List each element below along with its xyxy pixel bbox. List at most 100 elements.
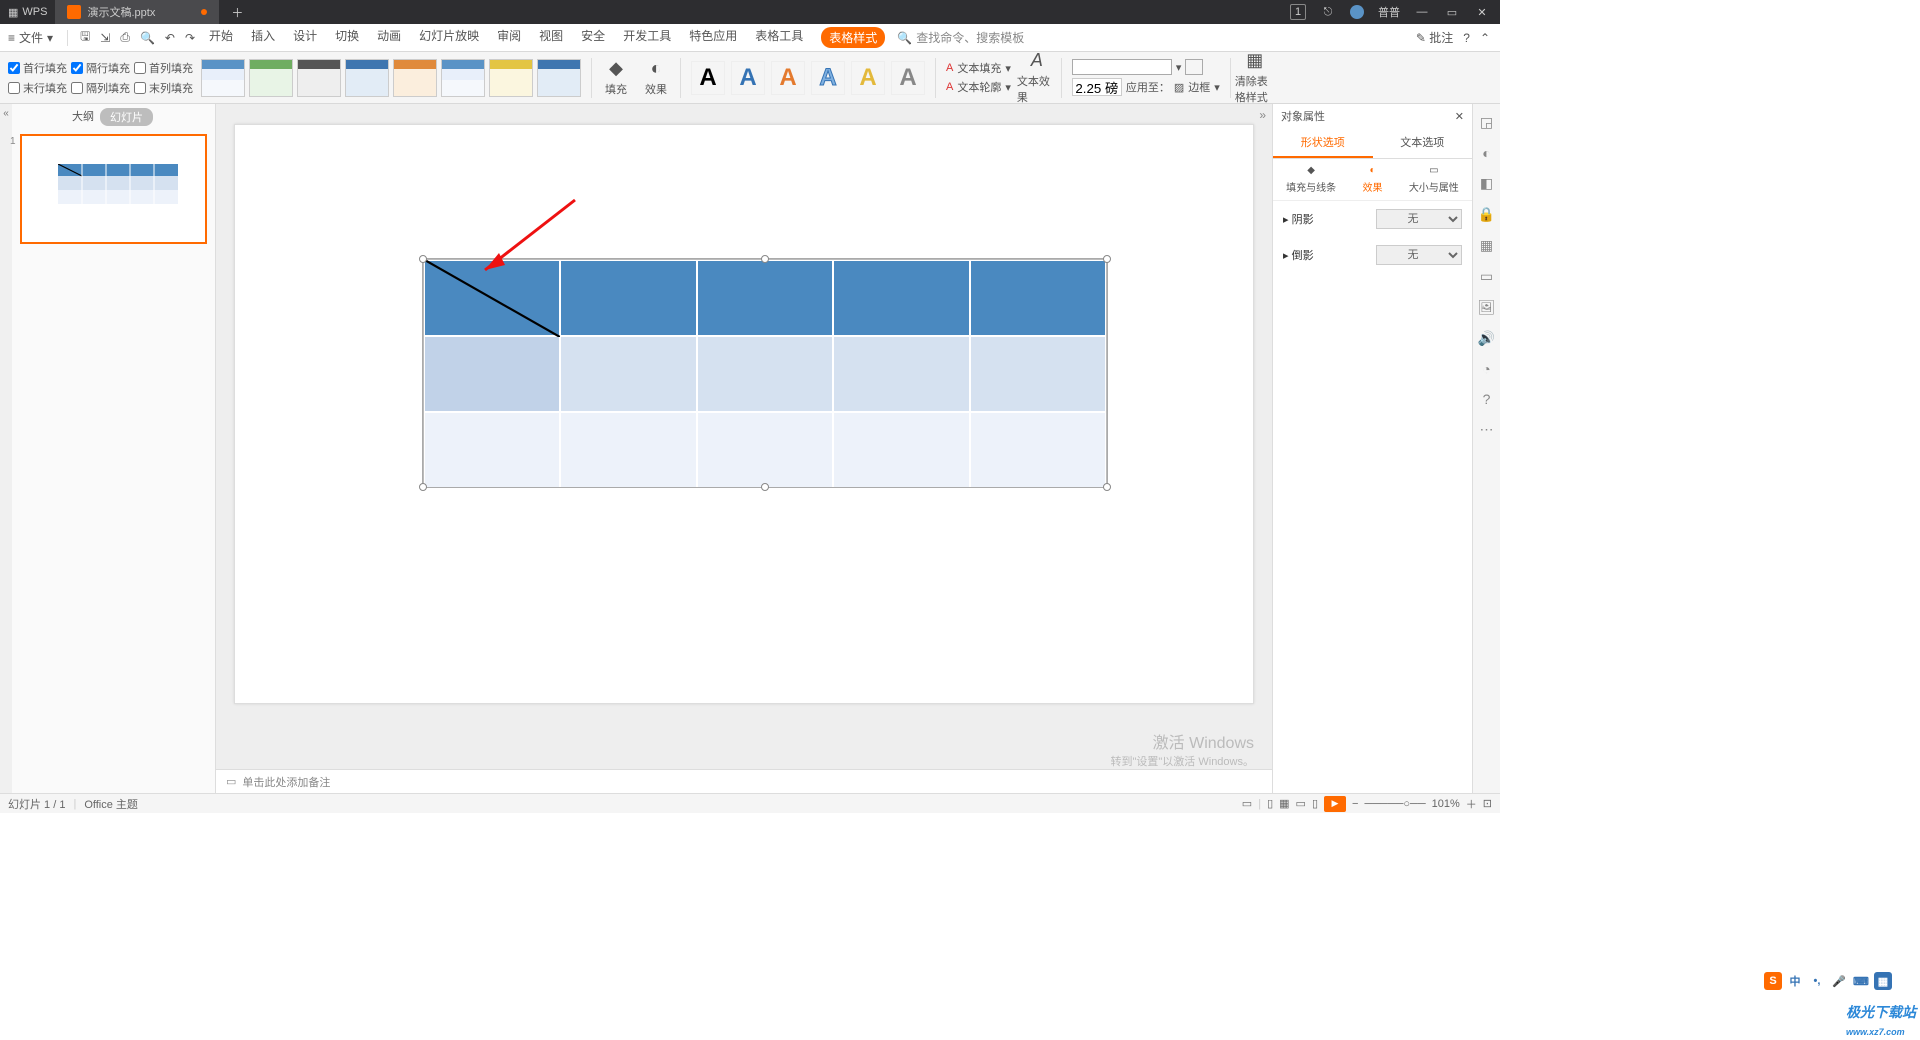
sorter-view-icon[interactable]: ▦ — [1279, 797, 1289, 810]
tool-9-icon[interactable]: ◔ — [1482, 361, 1490, 377]
line-width-input[interactable] — [1072, 78, 1122, 96]
undo-icon[interactable]: ↶ — [165, 31, 175, 45]
close-icon[interactable]: ✕ — [1474, 4, 1490, 20]
tab-slideshow[interactable]: 幻灯片放映 — [419, 27, 479, 48]
pen-style-select[interactable] — [1072, 59, 1172, 75]
shape-options-tab[interactable]: 形状选项 — [1273, 128, 1373, 158]
check-banded-row[interactable]: 隔行填充 — [71, 60, 130, 76]
zoom-out[interactable]: − — [1352, 798, 1358, 810]
notes-bar[interactable]: ▭ 单击此处添加备注 — [216, 769, 1272, 793]
draw-table-icon[interactable]: ▨ — [1174, 81, 1184, 94]
tab-tabletools[interactable]: 表格工具 — [755, 27, 803, 48]
tab-devtools[interactable]: 开发工具 — [623, 27, 671, 48]
zoom-value[interactable]: 101% — [1432, 798, 1460, 810]
table-style-4[interactable] — [345, 59, 389, 97]
check-first-row[interactable]: 首行填充 — [8, 60, 67, 76]
slide-thumbnail-1[interactable]: 1 — [20, 134, 207, 244]
sync-icon[interactable]: ⎋ — [1320, 4, 1336, 20]
tool-6-icon[interactable]: ▭ — [1480, 268, 1493, 285]
new-tab-button[interactable]: ＋ — [219, 4, 255, 21]
normal-view-icon[interactable]: ▯ — [1267, 797, 1273, 810]
wordart-6[interactable]: A — [891, 61, 925, 95]
maximize-icon[interactable]: ▭ — [1444, 4, 1460, 20]
tab-insert[interactable]: 插入 — [251, 27, 275, 48]
search-box[interactable]: 🔍 查找命令、搜索模板 — [897, 29, 1024, 46]
redo-icon[interactable]: ↷ — [185, 31, 195, 45]
clear-table-style-button[interactable]: ▦清除表格样式 — [1235, 50, 1275, 105]
table-object[interactable] — [423, 259, 1107, 487]
handle-bc[interactable] — [761, 483, 769, 491]
document-tab[interactable]: 演示文稿.pptx — [55, 0, 219, 24]
export-icon[interactable]: ⇲ — [100, 31, 110, 45]
tool-2-icon[interactable]: ◐ — [1482, 145, 1490, 161]
collapse-icon[interactable]: ⌃ — [1480, 31, 1490, 45]
ime-grid-icon[interactable]: ▦ — [1874, 972, 1892, 990]
file-menu[interactable]: ≡ 文件 ▾ — [0, 29, 61, 46]
table-style-2[interactable] — [249, 59, 293, 97]
shadow-select[interactable]: 无 — [1376, 209, 1462, 229]
tab-start[interactable]: 开始 — [209, 27, 233, 48]
wordart-1[interactable]: A — [691, 61, 725, 95]
panel-close-icon[interactable]: ✕ — [1455, 110, 1464, 123]
help-icon[interactable]: ? — [1463, 31, 1470, 45]
sub-size[interactable]: ▭大小与属性 — [1409, 165, 1459, 194]
text-options-tab[interactable]: 文本选项 — [1373, 128, 1473, 158]
text-effect-button[interactable]: A文本效果 — [1017, 50, 1057, 105]
table-style-5[interactable] — [393, 59, 437, 97]
save-icon[interactable]: 🖫 — [80, 27, 90, 48]
tab-animation[interactable]: 动画 — [377, 27, 401, 48]
tool-10-icon[interactable]: ? — [1483, 391, 1491, 407]
minimize-icon[interactable]: — — [1414, 4, 1430, 20]
badge-icon[interactable]: 1 — [1290, 4, 1306, 20]
tool-1-icon[interactable]: ◲ — [1480, 114, 1493, 131]
table-style-6[interactable] — [441, 59, 485, 97]
tab-design[interactable]: 设计 — [293, 27, 317, 48]
fit-icon[interactable]: ⊡ — [1483, 797, 1492, 810]
tool-more-icon[interactable]: ⋯ — [1480, 421, 1494, 438]
notes-view-icon[interactable]: ▭ — [1242, 797, 1252, 810]
wordart-2[interactable]: A — [731, 61, 765, 95]
canvas-collapse-icon[interactable]: » — [1259, 108, 1266, 122]
wordart-gallery[interactable]: A A A A A A — [685, 61, 931, 95]
tool-3-icon[interactable]: ◧ — [1480, 175, 1493, 192]
tab-tablestyle[interactable]: 表格样式 — [821, 27, 885, 48]
left-collapse[interactable]: « — [0, 104, 12, 793]
handle-bl[interactable] — [419, 483, 427, 491]
sub-effect[interactable]: ◐效果 — [1362, 165, 1382, 194]
table-style-7[interactable] — [489, 59, 533, 97]
check-last-row[interactable]: 末行填充 — [8, 80, 67, 96]
ime-lang[interactable]: 中 — [1786, 972, 1804, 990]
zoom-in[interactable]: ＋ — [1466, 796, 1477, 812]
wordart-3[interactable]: A — [771, 61, 805, 95]
print-icon[interactable]: ⎙ — [120, 30, 130, 45]
check-last-col[interactable]: 末列填充 — [134, 80, 193, 96]
ime-kbd-icon[interactable]: ⌨ — [1852, 972, 1870, 990]
sub-fill[interactable]: ◆填充与线条 — [1286, 165, 1336, 194]
text-outline-button[interactable]: A 文本轮廓 ▾ — [946, 79, 1011, 95]
check-banded-col[interactable]: 隔列填充 — [71, 80, 130, 96]
outline-tab[interactable]: 大纲 — [72, 108, 94, 126]
table-style-8[interactable] — [537, 59, 581, 97]
annotate-button[interactable]: ✎ 批注 — [1416, 29, 1453, 46]
tab-transition[interactable]: 切换 — [335, 27, 359, 48]
slides-tab[interactable]: 幻灯片 — [100, 108, 153, 126]
user-avatar-icon[interactable] — [1350, 5, 1364, 19]
tab-review[interactable]: 审阅 — [497, 27, 521, 48]
slideshow-view-icon[interactable]: ▯ — [1312, 797, 1318, 810]
text-fill-button[interactable]: A 文本填充 ▾ — [946, 60, 1011, 76]
ime-s-icon[interactable]: S — [1764, 972, 1782, 990]
reading-view-icon[interactable]: ▭ — [1296, 797, 1306, 810]
tab-special[interactable]: 特色应用 — [689, 27, 737, 48]
fill-button[interactable]: ◆填充 — [596, 58, 636, 97]
ime-mic-icon[interactable]: 🎤 — [1830, 972, 1848, 990]
wordart-4[interactable]: A — [811, 61, 845, 95]
play-button[interactable]: ▶ — [1324, 796, 1346, 812]
tab-view[interactable]: 视图 — [539, 27, 563, 48]
reflect-select[interactable]: 无 — [1376, 245, 1462, 265]
wordart-5[interactable]: A — [851, 61, 885, 95]
border-button[interactable]: 边框 — [1188, 79, 1210, 95]
preview-icon[interactable]: 🔍 — [140, 31, 155, 45]
tool-4-icon[interactable]: 🔒 — [1478, 206, 1495, 223]
tab-security[interactable]: 安全 — [581, 27, 605, 48]
handle-tc[interactable] — [761, 255, 769, 263]
